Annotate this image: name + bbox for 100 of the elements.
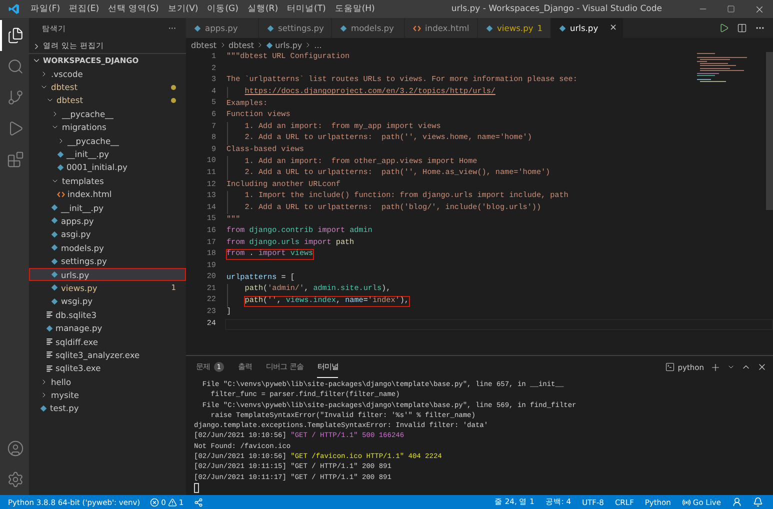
file-item[interactable]: db.sqlite3	[29, 308, 186, 322]
close-icon[interactable]	[754, 4, 764, 14]
close-tab-button[interactable]: ×	[609, 23, 617, 33]
file-item[interactable]: urls.py	[29, 268, 186, 282]
file-type-icon	[266, 42, 274, 48]
split-editor-icon[interactable]	[737, 23, 747, 33]
menu-item[interactable]: 이동(G)	[202, 3, 243, 15]
file-name: db.sqlite3	[56, 310, 98, 320]
file-item[interactable]: settings.py	[29, 254, 186, 268]
folder-item[interactable]: .vscode	[29, 67, 186, 80]
person-icon[interactable]	[732, 497, 742, 507]
window-title: urls.py - Workspaces_Django - Visual Studio Code	[451, 4, 663, 14]
menu-item[interactable]: 도움말(H)	[330, 3, 380, 15]
chevron-right-icon	[40, 70, 48, 78]
file-name: asgi.py	[61, 229, 92, 240]
file-type-icon	[267, 24, 274, 32]
code-brackets-icon	[56, 190, 64, 198]
folder-item[interactable]: __pycache__	[29, 134, 186, 148]
close-panel-icon[interactable]	[757, 362, 767, 372]
file-item[interactable]: asgi.py	[29, 228, 186, 242]
file-item[interactable]: apps.py	[29, 214, 186, 228]
file-item[interactable]: __init__.py	[29, 147, 186, 161]
editor-tab[interactable]: models.py	[332, 18, 405, 38]
file-name: templates	[62, 176, 105, 186]
breadcrumb-item[interactable]: dbtest	[228, 40, 254, 50]
editor-tab[interactable]: views.py 1	[478, 18, 551, 38]
run-icon[interactable]	[719, 23, 729, 33]
file-name: sqldiff.exe	[56, 336, 100, 346]
file-name: sqlite3_analyzer.exe	[56, 350, 141, 360]
lines-file-icon	[46, 311, 52, 318]
file-item[interactable]: sqlite3.exe	[29, 362, 186, 375]
file-type-icon	[559, 24, 566, 32]
tab-label: urls.py	[570, 23, 598, 33]
menu-item[interactable]: 보기(V)	[163, 3, 203, 15]
file-name: 0001_initial.py	[66, 162, 128, 172]
editor-tab[interactable]: apps.py	[186, 18, 259, 38]
scrollbar-thumb[interactable]	[766, 52, 773, 210]
maximize-icon[interactable]	[727, 5, 735, 13]
account-icon	[7, 440, 24, 457]
file-name: index.html	[68, 189, 113, 200]
lines-file-icon	[46, 351, 52, 358]
breadcrumb-item[interactable]: ...	[314, 40, 322, 50]
file-item[interactable]: test.py	[29, 402, 186, 416]
menu-item[interactable]: 파일(F)	[26, 3, 65, 15]
file-name: migrations	[62, 122, 108, 132]
file-item[interactable]: sqldiff.exe	[29, 334, 186, 348]
branch-icon	[7, 89, 24, 106]
chevron-right-icon	[51, 110, 59, 118]
folder-item[interactable]: dbtest	[29, 94, 186, 108]
folder-item[interactable]: __pycache__	[29, 107, 186, 121]
broadcast-icon	[682, 498, 691, 506]
search-icon	[7, 58, 24, 75]
lines-file-icon	[46, 338, 52, 345]
file-name: wsgi.py	[61, 296, 94, 306]
file-item[interactable]: models.py	[29, 241, 186, 254]
menu-item[interactable]: 실행(R)	[242, 3, 283, 15]
file-name: urls.py	[61, 270, 90, 280]
modified-dot	[171, 84, 176, 90]
file-name: dbtest	[56, 95, 84, 106]
file-type-icon	[40, 404, 47, 412]
menu-item[interactable]: 선택 영역(S)	[104, 3, 164, 15]
file-name: dbtest	[51, 82, 78, 92]
folder-item[interactable]: hello	[29, 374, 186, 388]
files-icon	[7, 27, 24, 44]
breadcrumb-item[interactable]: urls.py	[275, 40, 302, 50]
modified-dot	[171, 98, 176, 103]
breadcrumb-item[interactable]: dbtest	[191, 40, 217, 50]
more-actions-button[interactable]: ···	[168, 24, 176, 33]
file-item[interactable]: __init__.py	[29, 200, 186, 214]
error-icon	[150, 498, 160, 506]
tab-label: views.py	[497, 23, 534, 33]
file-item[interactable]: sqlite3_analyzer.exe	[29, 348, 186, 362]
add-terminal-icon[interactable]	[710, 362, 721, 372]
file-name: apps.py	[61, 216, 95, 226]
notifications-icon[interactable]	[753, 497, 763, 507]
editor-tab[interactable]: urls.py ×	[551, 18, 624, 38]
file-item[interactable]: 0001_initial.py	[29, 160, 186, 174]
share-icon[interactable]	[194, 498, 203, 506]
problem-count: 1	[537, 23, 543, 33]
folder-item[interactable]: dbtest	[29, 80, 186, 94]
folder-item[interactable]: migrations	[29, 120, 186, 134]
folder-item[interactable]: mysite	[29, 388, 186, 402]
app-logo	[8, 3, 20, 15]
file-type-icon	[486, 24, 493, 32]
file-item[interactable]: index.html	[29, 188, 186, 201]
caret-icon[interactable]	[727, 363, 735, 371]
file-name: __pycache__	[62, 108, 114, 119]
blocks-icon	[7, 151, 24, 168]
play-icon	[7, 120, 24, 137]
folder-item[interactable]: templates	[29, 174, 186, 188]
chevron-down-icon	[32, 56, 41, 65]
tab-label: apps.py	[205, 23, 238, 33]
file-item[interactable]: manage.py	[29, 321, 186, 335]
file-item[interactable]: wsgi.py	[29, 294, 186, 308]
terminal-icon	[664, 362, 675, 372]
editor-tab[interactable]: index.html	[405, 18, 478, 38]
editor-tab[interactable]: settings.py	[259, 18, 332, 38]
menu-item[interactable]: 터미널(T)	[282, 3, 330, 15]
file-name: test.py	[50, 403, 80, 414]
menu-item[interactable]: 편집(E)	[64, 3, 104, 15]
